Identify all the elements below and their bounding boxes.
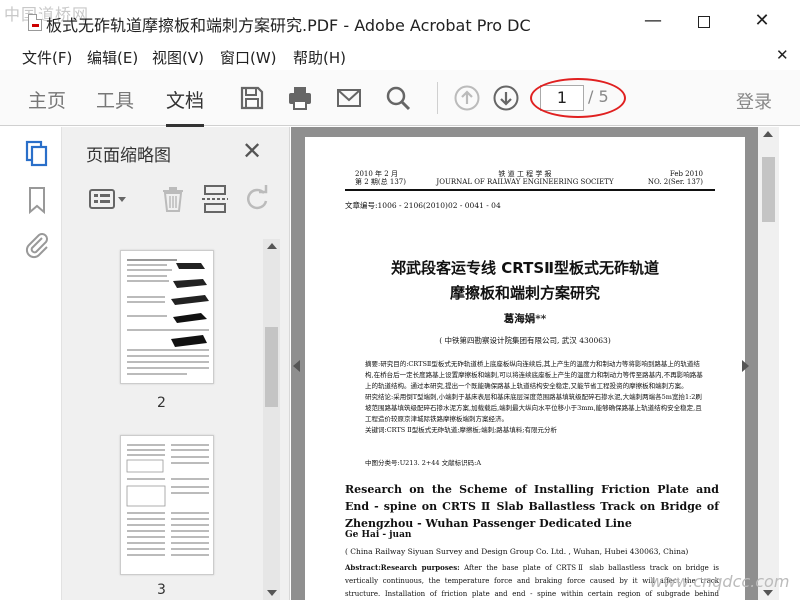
tab-document[interactable]: 文档 [166,86,205,127]
tab-tools[interactable]: 工具 [96,86,134,113]
panel-title: 页面缩略图 [86,146,171,166]
watermark-url: www.cnqdcc.com [650,572,790,591]
thumbnail-page-label: 2 [157,395,166,411]
classification-cn: 中图分类号:U213. 2+44 文献标识码:A [365,459,482,467]
header-issue-en: NO. 2(Ser. 137) [647,178,703,186]
scroll-up-icon[interactable] [267,243,277,249]
toolbar-separator [437,82,438,114]
left-nav-rail [0,127,62,600]
author-en: Ge Hai - juan [345,530,412,540]
title-bar: 中国道桥网 板式无砟轨道摩擦板和端刺方案研究.PDF - Adobe Acrob… [0,0,800,44]
expand-right-panel-icon[interactable] [742,360,749,372]
header-date-en: Feb 2010 [669,170,703,178]
window-title: 板式无砟轨道摩擦板和端刺方案研究.PDF - Adobe Acrobat Pro… [46,16,531,35]
article-title-cn-line1: 郑武段客运专线 CRTSⅡ型板式无砟轨道 [390,259,660,277]
page-thumbnail[interactable] [120,435,214,575]
menu-bar: 文件(F) 编辑(E) 视图(V) 窗口(W) 帮助(H) ✕ [0,44,800,70]
search-icon[interactable] [384,84,412,112]
red-annotation-ellipse [530,78,626,118]
bookmark-icon[interactable] [22,185,52,215]
next-page-icon[interactable] [492,84,520,112]
close-document-icon[interactable]: ✕ [776,46,789,64]
article-number: 文章编号:1006 - 2106(2010)02 - 0041 - 04 [345,201,501,210]
scroll-up-icon[interactable] [763,131,773,137]
menu-window[interactable]: 窗口(W) [220,47,277,68]
email-icon[interactable] [335,84,363,112]
menu-help[interactable]: 帮助(H) [293,47,346,68]
document-scrollbar[interactable] [758,127,779,600]
page-thumbnails-icon[interactable] [22,139,52,169]
keywords-cn: 关键词:CRTS Ⅱ型板式无砟轨道;摩擦板;端刺;路基填料;有限元分析 [365,426,557,434]
page-2-preview [127,259,209,375]
affiliation-en: ( China Railway Siyuan Survey and Design… [345,547,689,556]
extract-pages-icon[interactable] [200,183,230,215]
collapse-left-panel-icon[interactable] [293,360,300,372]
menu-edit[interactable]: 编辑(E) [87,47,138,68]
pdf-file-icon [28,14,42,31]
close-panel-icon[interactable]: ✕ [242,137,262,165]
rotate-icon[interactable] [242,183,272,215]
page-thumbnail[interactable] [120,250,214,384]
author-cn: 葛海娟** [503,313,547,325]
abstract-en-label: Abstract:Research purposes: [345,563,460,572]
abstract-cn-conclusion: 研究结论:采用倒T型端刺,小端刺于基床表层和基床底层深度范围路基填筑级配碎石掺水… [365,393,702,423]
thumbnails-panel: 页面缩略图 ✕ 2 3 [62,127,290,600]
document-viewport[interactable]: 2010 年 2 月 第 2 期(总 137) 铁 道 工 程 学 报 JOUR… [291,127,758,600]
page-3-preview [126,444,209,556]
abstract-cn-purpose: 摘要:研究目的:CRTSⅡ型板式无砟轨道桥上底座板纵向连续后,其上产生的温度力和… [365,360,703,390]
article-title-en: Research on the Scheme of Installing Fri… [345,483,719,530]
affiliation-cn: ( 中铁第四勘察设计院集团有限公司, 武汉 430063) [439,336,611,345]
attachment-icon[interactable] [22,229,52,259]
thumbnail-page-label: 3 [157,582,166,598]
header-rule [345,189,715,191]
scrollbar-thumb[interactable] [762,157,775,222]
scroll-down-icon[interactable] [267,590,277,596]
menu-file[interactable]: 文件(F) [22,47,72,68]
thumbnail-options-icon[interactable] [86,183,128,215]
previous-page-icon[interactable] [453,84,481,112]
print-icon[interactable] [286,84,314,112]
close-window-icon[interactable]: ✕ [750,10,774,34]
login-link[interactable]: 登录 [736,88,772,114]
menu-view[interactable]: 视图(V) [152,47,204,68]
journal-header-right: Feb 2010 NO. 2(Ser. 137) [648,170,703,186]
pdf-page: 2010 年 2 月 第 2 期(总 137) 铁 道 工 程 学 报 JOUR… [305,137,745,600]
main-toolbar: 主页 工具 文档 1 / 5 登录 [0,70,800,127]
article-title-cn-line2: 摩擦板和端刺方案研究 [449,284,600,302]
abstract-cn: 摘要:研究目的:CRTSⅡ型板式无砟轨道桥上底座板纵向连续后,其上产生的温度力和… [365,359,705,436]
delete-page-icon[interactable] [158,183,188,215]
tab-home[interactable]: 主页 [28,86,66,113]
thumbnail-scrollbar[interactable] [263,239,280,600]
minimize-icon[interactable]: — [641,10,665,34]
scrollbar-thumb[interactable] [265,327,278,407]
maximize-icon[interactable] [692,10,716,34]
save-icon[interactable] [238,84,266,112]
right-panel-strip [779,127,800,600]
